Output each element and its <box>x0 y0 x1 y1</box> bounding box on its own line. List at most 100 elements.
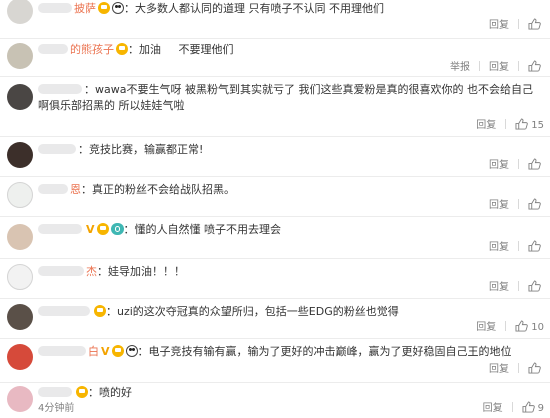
avatar[interactable] <box>7 84 33 110</box>
like-button[interactable] <box>528 18 544 34</box>
comment-nickname[interactable]: 杰 <box>86 265 97 278</box>
comment-line: ：wawa不要生气呀 被黑粉气到其实就亏了 我们这些真爱粉是真的很喜欢你的 也不… <box>38 82 540 114</box>
comment-nickname[interactable]: 披萨 <box>74 2 96 15</box>
comment-nickname[interactable]: 白 <box>88 345 99 358</box>
avatar[interactable] <box>7 344 33 370</box>
action-divider <box>518 241 519 251</box>
avatar[interactable] <box>7 43 33 69</box>
member-crown-icon <box>111 345 124 357</box>
reply-button[interactable]: 回复 <box>489 240 509 256</box>
member-crown-icon <box>96 223 109 235</box>
thumbs-up-icon <box>528 60 541 72</box>
like-button[interactable] <box>528 60 544 76</box>
reply-button[interactable]: 回复 <box>476 320 496 336</box>
panda-icon <box>125 345 138 357</box>
reply-button[interactable]: 回复 <box>489 158 509 174</box>
like-button[interactable] <box>528 158 544 174</box>
comment-actions: 举报 回复 <box>441 60 544 76</box>
comment-item: 恩：真正的粉丝不会给战队招黑。 回复 <box>0 176 550 217</box>
reply-button[interactable]: 回复 <box>489 198 509 214</box>
comment-line: ：竞技比赛，输赢都正常! <box>38 142 544 158</box>
comment-actions: 回复 <box>480 198 544 214</box>
like-button[interactable] <box>528 198 544 214</box>
like-button[interactable]: 9 <box>522 401 544 417</box>
comment-actions: 回复 10 <box>467 320 544 336</box>
action-divider <box>518 199 519 209</box>
report-button[interactable]: 举报 <box>450 60 470 76</box>
like-count: 10 <box>531 322 544 333</box>
thumbs-up-icon <box>515 320 529 332</box>
action-divider <box>505 119 507 129</box>
like-button[interactable] <box>528 280 544 296</box>
comment-item: V ：懂的人自然懂 喷子不用去理会 回复 <box>0 216 550 259</box>
comment-line: 白 V ：电子竞技有输有赢，输为了更好的冲击巅峰，赢为了更好稳固自己王的地位 <box>38 344 544 360</box>
thumbs-up-icon <box>528 280 541 292</box>
nickname-blur <box>38 144 76 154</box>
comment-text: 加油 不要理他们 <box>139 43 234 56</box>
comment-item: 的熊孩子 ：加油 不要理他们 举报 回复 <box>0 38 550 77</box>
comment-time: 4分钟前 <box>38 403 75 414</box>
avatar[interactable] <box>7 386 33 412</box>
comment-text: 竞技比赛，输赢都正常! <box>89 143 204 156</box>
comment-nickname[interactable]: 的熊孩子 <box>70 43 114 56</box>
nickname-blur <box>38 184 68 194</box>
thumbs-up-icon <box>528 158 541 170</box>
reply-button[interactable]: 回复 <box>476 118 496 134</box>
comment-item: 杰：娃导加油！！！ 回复 <box>0 258 550 299</box>
avatar[interactable] <box>7 182 33 208</box>
comment-colon: ： <box>123 223 135 236</box>
comment-text: 电子竞技有输有赢，输为了更好的冲击巅峰，赢为了更好稳固自己王的地位 <box>148 345 512 358</box>
avatar[interactable] <box>7 304 33 330</box>
like-count: 9 <box>537 403 544 414</box>
comment-line: ：uzi的这次夺冠真的众望所归，包括一些EDG的粉丝也觉得 <box>38 304 544 320</box>
avatar[interactable] <box>7 142 33 168</box>
action-divider <box>518 363 519 373</box>
action-divider <box>518 281 519 291</box>
nickname-blur <box>38 306 90 316</box>
like-button[interactable] <box>528 240 544 256</box>
comment-line: ：喷的好 <box>38 385 544 401</box>
reply-button[interactable]: 回复 <box>489 362 509 378</box>
action-divider <box>511 402 513 412</box>
comment-text: 大多数人都认同的道理 只有喷子不认同 不用理他们 <box>135 2 384 15</box>
verified-v-icon: V <box>86 223 95 236</box>
comment-colon: ： <box>84 83 95 96</box>
member-crown-icon <box>98 2 110 14</box>
comment-item: ：uzi的这次夺冠真的众望所归，包括一些EDG的粉丝也觉得 回复 10 <box>0 298 550 339</box>
avatar[interactable] <box>7 264 33 290</box>
comment-item: ：喷的好 4分钟前 回复 9 <box>0 382 550 418</box>
comment-text: wawa不要生气呀 被黑粉气到其实就亏了 我们这些真爱粉是真的很喜欢你的 也不会… <box>38 83 533 112</box>
like-button[interactable]: 10 <box>515 320 544 336</box>
like-button[interactable] <box>528 362 544 378</box>
comment-actions: 回复 <box>480 362 544 378</box>
comment-actions: 回复 <box>480 158 544 174</box>
reply-button[interactable]: 回复 <box>489 18 509 34</box>
action-divider <box>505 321 507 331</box>
comment-colon: ： <box>137 345 149 358</box>
reply-button[interactable]: 回复 <box>489 280 509 296</box>
action-divider <box>518 159 519 169</box>
avatar[interactable] <box>7 224 33 250</box>
reply-button[interactable]: 回复 <box>489 60 509 76</box>
reply-button[interactable]: 回复 <box>483 401 503 417</box>
member-crown-icon <box>116 43 128 55</box>
comment-line: 杰：娃导加油！！！ <box>38 264 544 280</box>
comment-actions: 回复 <box>480 18 544 34</box>
nickname-blur <box>38 224 82 234</box>
comment-text: 娃导加油！！！ <box>108 265 185 278</box>
avatar[interactable] <box>7 0 33 24</box>
action-divider <box>479 61 480 71</box>
comment-text: 真正的粉丝不会给战队招黑。 <box>92 183 235 196</box>
thumbs-up-icon <box>528 362 541 374</box>
comment-colon: ： <box>88 386 99 399</box>
comment-colon: ： <box>124 2 135 15</box>
comment-colon: ： <box>128 43 139 56</box>
thumbs-up-icon <box>528 18 541 30</box>
nickname-blur <box>38 346 86 356</box>
comment-nickname[interactable]: 恩 <box>70 183 81 196</box>
like-button[interactable]: 15 <box>515 118 544 134</box>
action-divider <box>518 61 519 71</box>
comment-item: ：竞技比赛，输赢都正常! 回复 <box>0 136 550 177</box>
comment-line: V ：懂的人自然懂 喷子不用去理会 <box>38 222 544 238</box>
comment-item: 披萨 ：大多数人都认同的道理 只有喷子不认同 不用理他们 回复 <box>0 0 550 39</box>
